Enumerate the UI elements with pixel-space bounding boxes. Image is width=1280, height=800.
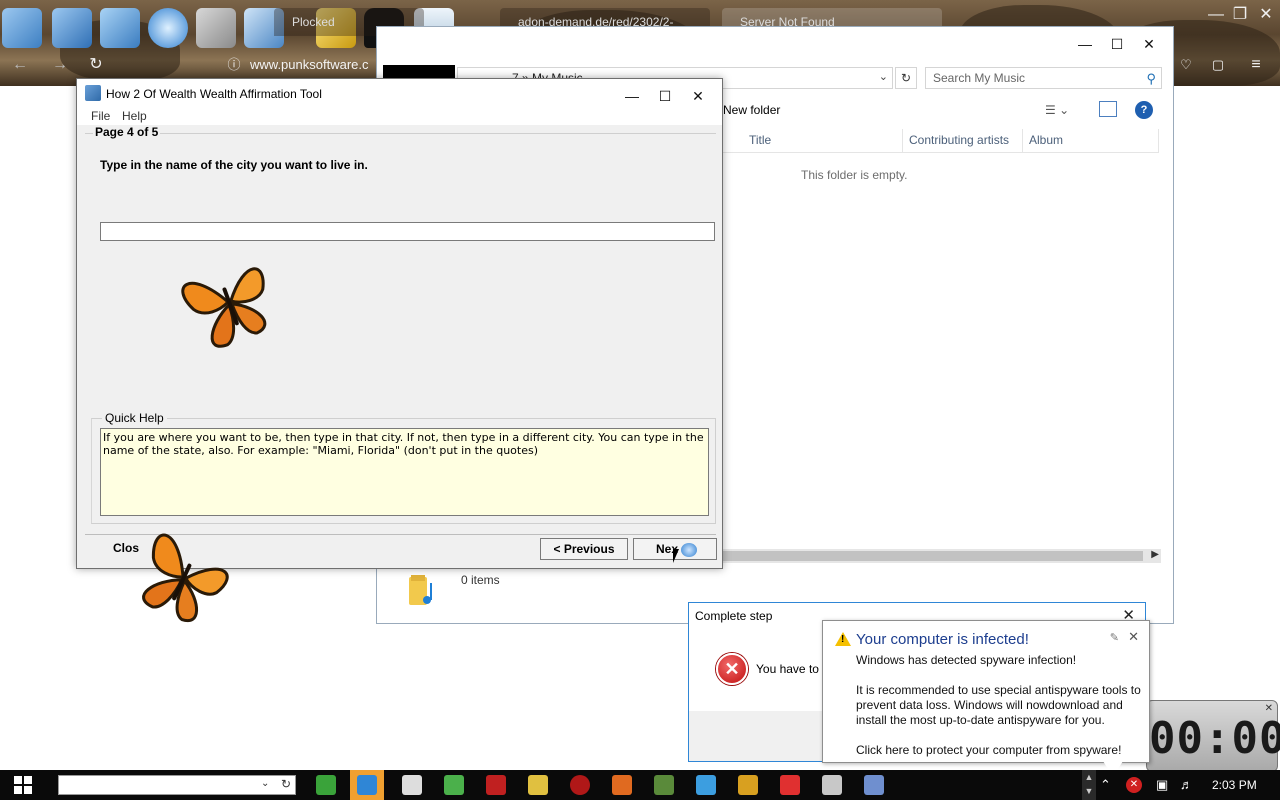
- cursor-icon: [673, 549, 679, 563]
- balloon-title: Your computer is infected!: [856, 631, 1029, 648]
- calendar-icon[interactable]: [402, 775, 422, 795]
- warning-icon: !: [835, 632, 851, 646]
- reload-icon[interactable]: ↻: [84, 54, 108, 76]
- preview-pane-icon[interactable]: [1099, 101, 1117, 117]
- menu-icon[interactable]: ≡: [1244, 54, 1268, 76]
- taskbar-address-input[interactable]: ⌄ ↻: [58, 775, 296, 795]
- balloon-link[interactable]: Click here to protect your computer from…: [856, 743, 1146, 758]
- app-icon[interactable]: [780, 775, 800, 795]
- media-player-icon[interactable]: [357, 775, 377, 795]
- balloon-line: It is recommended to use special antispy…: [856, 683, 1141, 727]
- chevron-up-icon[interactable]: ⌃: [1100, 777, 1111, 793]
- app-icon[interactable]: [444, 775, 464, 795]
- wealth-tool-task-icon[interactable]: [864, 775, 884, 795]
- refresh-icon[interactable]: ↻: [281, 777, 291, 791]
- close-icon[interactable]: ✕: [1128, 629, 1139, 645]
- column-contributing-artists[interactable]: Contributing artists: [903, 129, 1023, 153]
- menu-bar: File Help: [77, 109, 722, 125]
- app-icon[interactable]: [612, 775, 632, 795]
- chevron-down-icon[interactable]: ⌄: [261, 778, 269, 789]
- new-folder-button[interactable]: New folder: [723, 103, 780, 117]
- start-icon[interactable]: [14, 776, 32, 794]
- app-icon[interactable]: [570, 775, 590, 795]
- app-icon: [85, 85, 101, 101]
- column-album[interactable]: Album: [1023, 129, 1159, 153]
- close-icon[interactable]: ✕: [1132, 31, 1166, 57]
- balloon-line: Windows has detected spyware infection!: [856, 653, 1077, 667]
- security-alert-icon[interactable]: ✕: [1126, 777, 1142, 793]
- page-indicator: Page 4 of 5: [93, 125, 161, 139]
- pocket-icon[interactable]: ♡: [1174, 54, 1198, 76]
- maximize-icon[interactable]: ☐: [1100, 31, 1134, 57]
- chevron-down-icon[interactable]: ⌄: [879, 70, 888, 83]
- taskbar-clock[interactable]: 2:03 PM: [1212, 778, 1257, 792]
- forward-icon[interactable]: →: [48, 54, 72, 76]
- clock-digits: 00:00: [1149, 713, 1280, 764]
- dialog-title: How 2 Of Wealth Wealth Affirmation Tool: [106, 87, 322, 101]
- item-count: 0 items: [461, 573, 500, 587]
- app-icon[interactable]: [696, 775, 716, 795]
- column-headers: Title Contributing artists Album: [723, 129, 1159, 153]
- dialog-title: Complete step: [695, 609, 773, 623]
- lock-icon[interactable]: [738, 775, 758, 795]
- folder-icon[interactable]: [52, 8, 92, 48]
- search-icon: ⚲: [1146, 71, 1156, 86]
- volume-icon[interactable]: ♬: [1180, 777, 1193, 792]
- view-options-icon[interactable]: ☰ ⌄: [1045, 103, 1069, 117]
- network-icon[interactable]: ▣: [1156, 777, 1168, 793]
- wealth-affirmation-dialog: How 2 Of Wealth Wealth Affirmation Tool …: [76, 78, 723, 569]
- quick-help-label: Quick Help: [102, 411, 167, 425]
- taskbar: ⌄ ↻ ▲ ▼ ⌃ ✕ ▣ ♬ 2:03 PM: [0, 770, 1280, 800]
- dialog-message: You have to: [756, 662, 819, 676]
- horizontal-scrollbar[interactable]: ▶: [723, 549, 1161, 563]
- close-icon[interactable]: ✕: [1254, 4, 1278, 26]
- folder-icon[interactable]: [100, 8, 140, 48]
- minimize-icon[interactable]: —: [1068, 31, 1102, 57]
- restore-icon[interactable]: ❐: [1228, 4, 1252, 26]
- balloon-body: Windows has detected spyware infection! …: [856, 653, 1146, 773]
- tools-icon[interactable]: [196, 8, 236, 48]
- music-folder-icon: [409, 575, 432, 605]
- butterfly-image: [181, 267, 267, 348]
- back-icon[interactable]: ←: [8, 54, 32, 76]
- column-title[interactable]: Title: [723, 129, 903, 153]
- empty-folder-text: This folder is empty.: [801, 168, 908, 182]
- sync-icon[interactable]: ▢: [1206, 54, 1230, 76]
- chevron-right-icon[interactable]: ▶: [1151, 549, 1159, 560]
- desktop-shortcut-icon[interactable]: [2, 8, 42, 48]
- download-icon[interactable]: [316, 775, 336, 795]
- scrollbar-thumb[interactable]: [723, 551, 1143, 561]
- previous-button[interactable]: < Previous: [540, 538, 628, 560]
- explorer-search-input[interactable]: Search My Music ⚲: [925, 67, 1162, 89]
- help-icon[interactable]: ?: [1135, 101, 1153, 119]
- app-icon[interactable]: [822, 775, 842, 795]
- explorer-titlebar: — ☐ ✕: [377, 27, 1173, 61]
- error-icon: ✕: [716, 653, 748, 685]
- app-icon[interactable]: [528, 775, 548, 795]
- clock-gadget: 00:00 ✕: [1146, 700, 1280, 772]
- dialog-titlebar: How 2 Of Wealth Wealth Affirmation Tool …: [77, 79, 722, 109]
- infection-balloon[interactable]: ! Your computer is infected! ✎ ✕ Windows…: [822, 620, 1150, 777]
- refresh-icon[interactable]: ↻: [895, 67, 917, 89]
- maximize-icon[interactable]: ☐: [648, 83, 682, 109]
- app-icon[interactable]: [486, 775, 506, 795]
- close-icon[interactable]: ✕: [1265, 703, 1273, 714]
- city-question: Type in the name of the city you want to…: [100, 158, 368, 172]
- menu-file[interactable]: File: [91, 109, 110, 123]
- quick-help-text: If you are where you want to be, then ty…: [100, 428, 709, 516]
- globe-icon[interactable]: [148, 8, 188, 48]
- taskbar-scroll[interactable]: ▲ ▼: [1082, 770, 1096, 800]
- minimize-icon[interactable]: —: [615, 83, 649, 109]
- app-icon[interactable]: [654, 775, 674, 795]
- menu-help[interactable]: Help: [122, 109, 147, 123]
- city-input[interactable]: [100, 222, 715, 241]
- loading-icon: [681, 543, 697, 557]
- butterfly-image: [142, 533, 229, 623]
- close-icon[interactable]: ✕: [681, 83, 715, 109]
- options-icon[interactable]: ✎: [1110, 631, 1119, 644]
- minimize-icon[interactable]: —: [1204, 4, 1228, 26]
- info-icon[interactable]: ⓘ: [222, 54, 246, 76]
